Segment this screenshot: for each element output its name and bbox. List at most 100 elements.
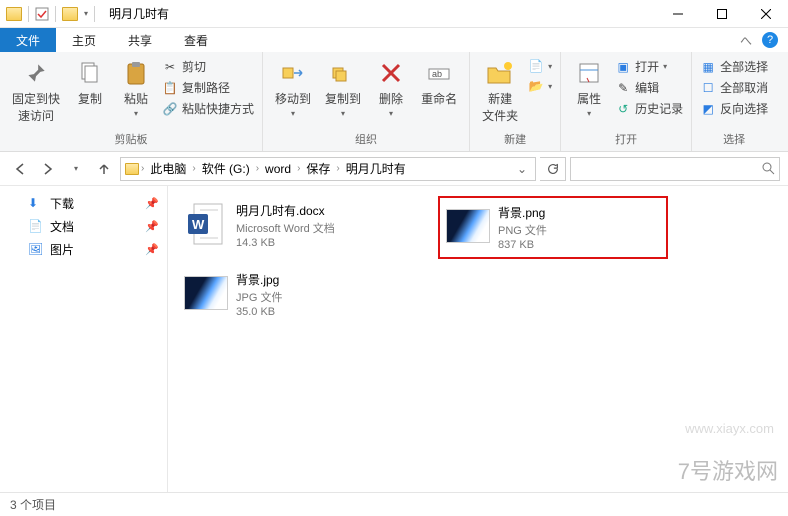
delete-icon — [376, 58, 406, 88]
folder-icon — [125, 163, 139, 175]
file-meta: 背景.jpg JPG 文件 35.0 KB — [236, 271, 282, 318]
paste-button[interactable]: 粘贴 ▾ — [116, 56, 156, 120]
crumb-save[interactable]: 保存 — [302, 160, 334, 177]
pictures-icon: 🖼 — [28, 242, 44, 258]
file-item-jpg[interactable]: 背景.jpg JPG 文件 35.0 KB — [178, 265, 408, 324]
svg-text:W: W — [192, 217, 205, 232]
address-bar-row: ▾ › 此电脑 › 软件 (G:) › word › 保存 › 明月几时有 ⌄ — [0, 152, 788, 186]
main-split: ⬇ 下载 📌 📄 文档 📌 🖼 图片 📌 W 明月几时有.docx Micros… — [0, 186, 788, 492]
search-input[interactable] — [570, 157, 780, 181]
downloads-icon: ⬇ — [28, 196, 44, 212]
delete-button[interactable]: 删除 ▾ — [371, 56, 411, 120]
properties-button[interactable]: 属性 ▾ — [569, 56, 609, 120]
easy-access-button[interactable]: 📂▾ — [528, 76, 552, 96]
copy-path-button[interactable]: 📋复制路径 — [162, 77, 254, 98]
file-list: W 明月几时有.docx Microsoft Word 文档 14.3 KB 背… — [168, 186, 788, 492]
tab-share[interactable]: 共享 — [112, 28, 168, 52]
new-item-button[interactable]: 📄▾ — [528, 56, 552, 76]
select-all-button[interactable]: ▦全部选择 — [700, 56, 768, 77]
chevron-right-icon: › — [297, 163, 300, 174]
separator — [28, 6, 29, 22]
pin-to-quick-access-button[interactable]: 固定到快 速访问 — [8, 56, 64, 126]
file-meta: 背景.png PNG 文件 837 KB — [498, 204, 547, 251]
chevron-down-icon: ▾ — [548, 82, 552, 91]
crumb-word[interactable]: word — [261, 162, 295, 176]
sidebar-item-pictures[interactable]: 🖼 图片 📌 — [0, 238, 167, 261]
chevron-down-icon: ▾ — [134, 109, 138, 118]
qat-dropdown-icon[interactable]: ▾ — [84, 9, 88, 18]
paste-shortcut-button[interactable]: 🔗粘贴快捷方式 — [162, 98, 254, 119]
pin-icon: 📌 — [145, 220, 159, 233]
forward-button[interactable] — [36, 157, 60, 181]
file-item-png[interactable]: 背景.png PNG 文件 837 KB — [438, 196, 668, 259]
group-open: 属性 ▾ ▣打开▾ ✎编辑 ↺历史记录 打开 — [561, 52, 692, 151]
group-clipboard: 固定到快 速访问 复制 粘贴 ▾ ✂剪切 📋复制路径 🔗粘贴快捷方式 剪贴板 — [0, 52, 263, 151]
separator — [94, 6, 95, 22]
open-icon: ▣ — [615, 59, 631, 75]
sidebar-item-label: 文档 — [50, 218, 74, 235]
rename-button[interactable]: ab 重命名 — [417, 56, 461, 109]
tab-file[interactable]: 文件 — [0, 28, 56, 52]
move-to-button[interactable]: 移动到 ▾ — [271, 56, 315, 120]
select-none-button[interactable]: ☐全部取消 — [700, 77, 768, 98]
easy-access-icon: 📂 — [528, 78, 544, 94]
sidebar-item-label: 下载 — [50, 195, 74, 212]
tab-view[interactable]: 查看 — [168, 28, 224, 52]
tabstrip-right: へ ? — [740, 28, 788, 52]
pin-icon: 📌 — [145, 197, 159, 210]
crumb-drive[interactable]: 软件 (G:) — [198, 160, 254, 177]
group-label: 新建 — [478, 129, 552, 151]
group-select: ▦全部选择 ☐全部取消 ◩反向选择 选择 — [692, 52, 776, 151]
sidebar: ⬇ 下载 📌 📄 文档 📌 🖼 图片 📌 — [0, 186, 168, 492]
sidebar-item-downloads[interactable]: ⬇ 下载 📌 — [0, 192, 167, 215]
delete-label: 删除 — [379, 90, 403, 107]
collapse-ribbon-icon[interactable]: へ — [740, 32, 752, 49]
tab-home[interactable]: 主页 — [56, 28, 112, 52]
breadcrumb-dropdown[interactable]: ⌄ — [513, 162, 531, 176]
chevron-down-icon: ▾ — [389, 109, 393, 118]
group-label: 选择 — [700, 129, 768, 151]
maximize-button[interactable] — [700, 0, 744, 28]
separator — [55, 6, 56, 22]
file-item-docx[interactable]: W 明月几时有.docx Microsoft Word 文档 14.3 KB — [178, 196, 408, 259]
cut-button[interactable]: ✂剪切 — [162, 56, 254, 77]
chevron-down-icon: ▾ — [663, 62, 667, 71]
group-label: 打开 — [569, 129, 683, 151]
recent-locations-button[interactable]: ▾ — [64, 157, 88, 181]
qat-save-icon[interactable] — [35, 7, 49, 21]
svg-text:ab: ab — [432, 69, 442, 79]
back-button[interactable] — [8, 157, 32, 181]
group-label: 组织 — [271, 129, 461, 151]
file-name: 明月几时有.docx — [236, 202, 335, 219]
minimize-button[interactable] — [656, 0, 700, 28]
file-name: 背景.png — [498, 204, 547, 221]
edit-button[interactable]: ✎编辑 — [615, 77, 683, 98]
folder-icon — [6, 7, 22, 21]
chevron-down-icon: ▾ — [548, 62, 552, 71]
refresh-button[interactable] — [540, 157, 566, 181]
invert-selection-button[interactable]: ◩反向选择 — [700, 98, 768, 119]
help-icon[interactable]: ? — [762, 32, 778, 48]
open-button[interactable]: ▣打开▾ — [615, 56, 683, 77]
copy-button[interactable]: 复制 — [70, 56, 110, 109]
history-button[interactable]: ↺历史记录 — [615, 98, 683, 119]
new-folder-button[interactable]: 新建 文件夹 — [478, 56, 522, 126]
select-all-icon: ▦ — [700, 59, 716, 75]
crumb-current[interactable]: 明月几时有 — [342, 160, 410, 177]
file-size: 837 KB — [498, 239, 547, 251]
close-button[interactable] — [744, 0, 788, 28]
breadcrumb[interactable]: › 此电脑 › 软件 (G:) › word › 保存 › 明月几时有 ⌄ — [120, 157, 536, 181]
chevron-right-icon: › — [192, 163, 195, 174]
crumb-this-pc[interactable]: 此电脑 — [146, 160, 190, 177]
sidebar-item-documents[interactable]: 📄 文档 📌 — [0, 215, 167, 238]
file-size: 14.3 KB — [236, 237, 335, 249]
pin-label: 固定到快 速访问 — [12, 90, 60, 124]
window-title: 明月几时有 — [109, 5, 169, 22]
edit-icon: ✎ — [615, 80, 631, 96]
up-button[interactable] — [92, 157, 116, 181]
image-thumbnail — [184, 271, 228, 315]
new-item-icon: 📄 — [528, 58, 544, 74]
history-icon: ↺ — [615, 101, 631, 117]
copy-to-button[interactable]: 复制到 ▾ — [321, 56, 365, 120]
copy-icon — [75, 58, 105, 88]
